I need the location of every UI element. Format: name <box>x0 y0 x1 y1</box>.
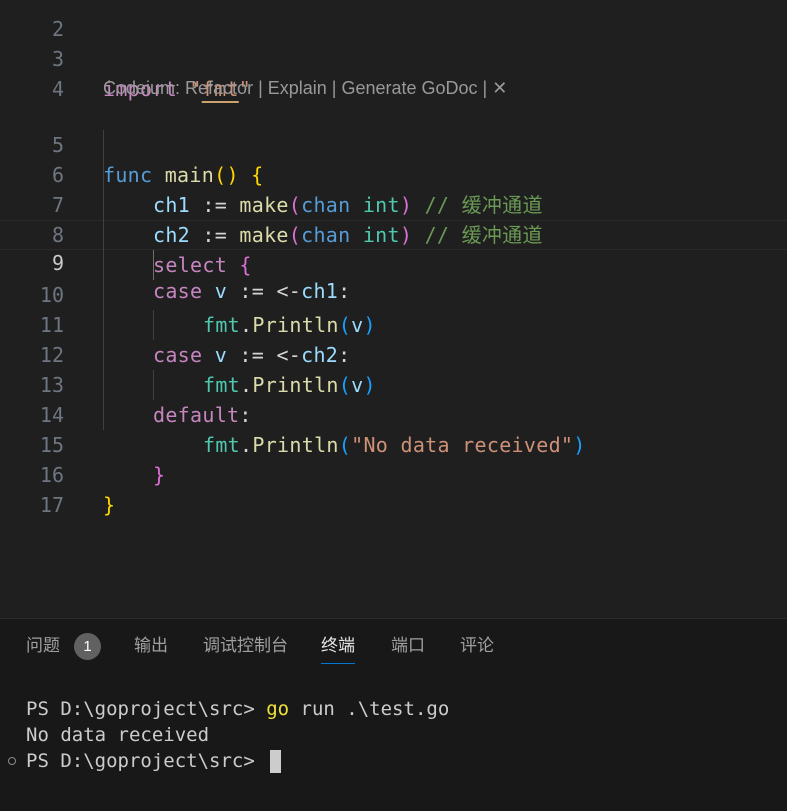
code-line: 14 fmt.Println("No data received") <box>0 370 787 457</box>
code-line: 12 fmt.Println(v) <box>0 310 787 397</box>
line-number: 17 <box>39 493 64 517</box>
indent-guide <box>153 310 154 340</box>
code-line: 6 ch1 := make(chan int) // 缓冲通道 <box>0 130 787 217</box>
code-line: 7 ch2 := make(chan int) // 缓冲通道 <box>0 160 787 247</box>
tab-comments[interactable]: 评论 <box>460 633 494 663</box>
tab-ports[interactable]: 端口 <box>391 633 425 663</box>
codeium-codelens[interactable]: Codeium: Refactor | Explain | Generate G… <box>103 74 507 102</box>
code-line: 3 import "fmt" <box>0 14 787 101</box>
tab-debug-console[interactable]: 调试控制台 <box>203 633 288 663</box>
code-line: 16 } <box>0 430 787 517</box>
code-line: 5 func main() { <box>0 100 787 187</box>
code-line: 17 <box>0 460 787 517</box>
tab-problems[interactable]: 问题 <box>26 633 60 663</box>
indent-guide-active <box>153 250 154 280</box>
bottom-panel: 问题 1 输出 调试控制台 终端 端口 评论 PS D:\goproject\s… <box>0 618 787 811</box>
tab-output[interactable]: 输出 <box>134 633 168 663</box>
tab-terminal[interactable]: 终端 <box>321 633 355 664</box>
code-line: 11 case v := <-ch2: <box>0 280 787 367</box>
code-line: 8 select { <box>0 190 787 277</box>
code-line: 15 } <box>0 400 787 487</box>
panel-tabs: 问题 1 输出 调试控制台 终端 端口 评论 <box>0 619 787 673</box>
code-text: } <box>103 493 116 517</box>
code-line: 10 fmt.Println(v) <box>0 250 787 337</box>
code-line-current: 9 case v := <-ch1: <box>0 220 787 303</box>
code-line: 2 <box>0 0 787 41</box>
code-line: 13 default: <box>0 340 787 427</box>
indent-guide <box>103 130 104 430</box>
indent-guide <box>153 370 154 400</box>
code-editor[interactable]: 2 3 import "fmt" 4 Codeium: Refactor | E… <box>0 0 787 618</box>
terminal-output-line: No data received <box>26 724 210 746</box>
vscode-window: 2 3 import "fmt" 4 Codeium: Refactor | E… <box>0 0 787 811</box>
terminal-prompt-line: PS D:\goproject\src> <box>26 748 282 774</box>
command-decoration-icon[interactable] <box>8 757 16 765</box>
terminal-line: PS D:\goproject\src> go run .\test.go <box>26 698 450 720</box>
problems-count-badge: 1 <box>74 633 101 660</box>
code-line: 4 <box>0 44 787 101</box>
terminal-cursor <box>270 750 282 773</box>
